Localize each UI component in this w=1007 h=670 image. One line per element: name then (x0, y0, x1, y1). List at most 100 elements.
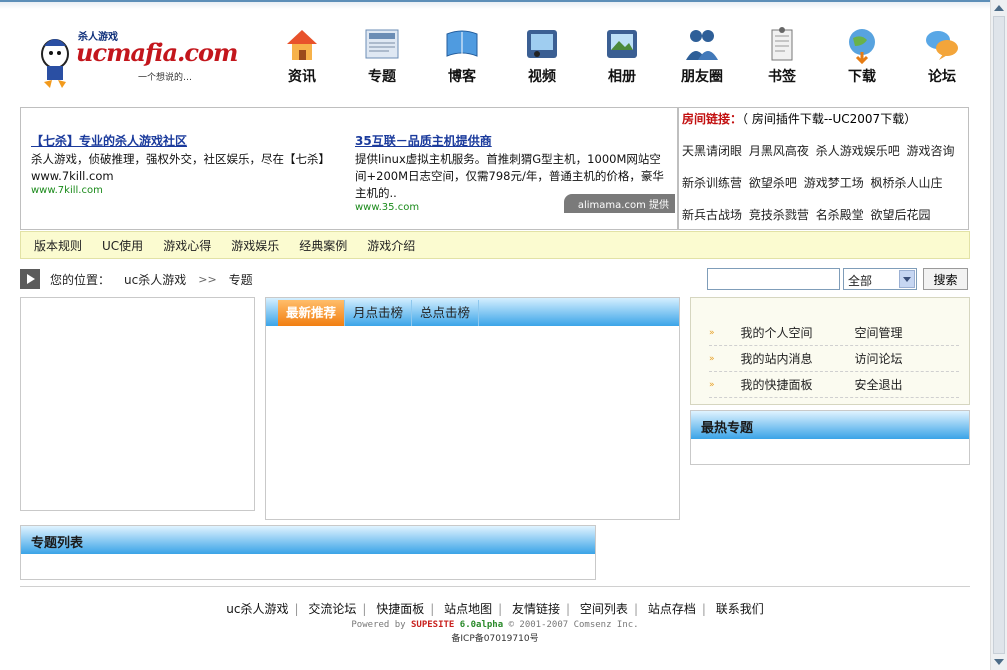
ad-url[interactable]: www.7kill.com (31, 185, 351, 196)
ad-title[interactable]: 【七杀】专业的杀人游戏社区 (31, 134, 187, 148)
tab-monthly-clicks[interactable]: 月点击榜 (345, 300, 413, 326)
search-bar: 全部 搜索 (707, 268, 968, 290)
nav-item-forum[interactable]: 论坛 (902, 24, 982, 86)
room-links-row: 新兵古战场 竞技杀戮营 名杀殿堂 欲望后花园 (682, 206, 965, 223)
nav-label: 朋友圈 (681, 69, 723, 85)
menu-item-tips[interactable]: 游戏心得 (163, 237, 211, 254)
room-link[interactable]: 新杀训练营 (682, 176, 742, 190)
site-logo[interactable]: 杀人游戏 ucmafia.com 一个想说的… (38, 26, 238, 92)
quick-panel-link[interactable]: 我的快捷面板 (741, 376, 855, 393)
room-link[interactable]: 欲望后花园 (871, 208, 931, 222)
nav-item-album[interactable]: 相册 (582, 24, 662, 86)
room-links-panel: 房间链接：（ 房间插件下载--UC2007下载） 天黑请闭眼 月黑风高夜 杀人游… (678, 107, 969, 230)
tab-latest[interactable]: 最新推荐 (278, 300, 346, 326)
nav-item-friends[interactable]: 朋友圈 (662, 24, 742, 86)
ad-panel: 【七杀】专业的杀人游戏社区 杀人游戏，侦破推理，强权外交，社区娱乐，尽在【七杀】… (20, 107, 678, 230)
nav-item-blog[interactable]: 博客 (422, 24, 502, 86)
powered-prefix: Powered by (351, 620, 406, 630)
room-link[interactable]: 月黑风高夜 (749, 144, 809, 158)
category-menu: 版本规则 UC使用 游戏心得 游戏娱乐 经典案例 游戏介绍 (20, 231, 970, 259)
footer-separator: | (498, 602, 503, 616)
friends-icon (686, 30, 718, 60)
main-nav: 资讯 专题 博客 视频 相册 朋友圈 书签 下载 论坛 (262, 24, 982, 86)
scroll-down-icon[interactable] (994, 659, 1004, 665)
ad-item[interactable]: 【七杀】专业的杀人游戏社区 杀人游戏，侦破推理，强权外交，社区娱乐，尽在【七杀】… (31, 132, 351, 196)
user-panel: » 我的个人空间 空间管理 » 我的站内消息 访问论坛 » 我的快捷面板 安全退… (690, 297, 970, 405)
user-panel-row: » 我的个人空间 空间管理 (709, 320, 959, 346)
visit-forum-link[interactable]: 访问论坛 (855, 350, 903, 367)
menu-item-fun[interactable]: 游戏娱乐 (231, 237, 279, 254)
chevron-down-icon[interactable] (899, 270, 915, 288)
footer-link[interactable]: 友情链接 (512, 602, 560, 616)
vertical-scrollbar[interactable] (990, 0, 1007, 670)
menu-item-intro[interactable]: 游戏介绍 (367, 237, 415, 254)
my-space-link[interactable]: 我的个人空间 (741, 324, 855, 341)
footer-links: uc杀人游戏 | 交流论坛 | 快捷面板 | 站点地图 | 友情链接 | 空间列表 | 站点… (0, 600, 990, 617)
my-messages-link[interactable]: 我的站内消息 (741, 350, 855, 367)
menu-item-rules[interactable]: 版本规则 (34, 237, 82, 254)
nav-label: 专题 (368, 69, 396, 85)
nav-item-news[interactable]: 资讯 (262, 24, 342, 86)
room-link[interactable]: 杀人游戏娱乐吧 (816, 144, 900, 158)
photo-icon (607, 30, 637, 58)
room-links-header: 房间链接：（ 房间插件下载--UC2007下载） (682, 110, 965, 127)
scroll-up-icon[interactable] (994, 5, 1004, 11)
room-link[interactable]: 欲望杀吧 (749, 176, 797, 190)
ad-provider-badge[interactable]: alimama.com 提供 (563, 194, 675, 213)
nav-item-topics[interactable]: 专题 (342, 24, 422, 86)
scrollbar-thumb[interactable] (993, 16, 1005, 654)
nav-label: 书签 (768, 69, 796, 85)
footer-separator: | (566, 602, 571, 616)
house-icon (287, 30, 317, 60)
footer-link[interactable]: 空间列表 (580, 602, 628, 616)
search-scope-select[interactable]: 全部 (843, 268, 917, 290)
footer-link[interactable]: 交流论坛 (308, 602, 356, 616)
globe-download-icon (849, 29, 875, 64)
ranking-tabs: 最新推荐 月点击榜 总点击榜 (266, 298, 679, 326)
footer-link[interactable]: uc杀人游戏 (226, 602, 288, 616)
room-link[interactable]: 游戏咨询 (907, 144, 955, 158)
footer-link[interactable]: 联系我们 (716, 602, 764, 616)
logout-link[interactable]: 安全退出 (855, 376, 903, 393)
left-panel (20, 297, 255, 511)
space-manage-link[interactable]: 空间管理 (855, 324, 903, 341)
powered-brand-link[interactable]: SUPESITE (411, 620, 454, 630)
menu-item-cases[interactable]: 经典案例 (299, 237, 347, 254)
chat-bubbles-icon (926, 31, 958, 60)
bullet-icon: » (709, 353, 715, 364)
nav-item-download[interactable]: 下载 (822, 24, 902, 86)
search-input[interactable] (707, 268, 840, 290)
footer-link[interactable]: 快捷面板 (376, 602, 424, 616)
breadcrumb-home-link[interactable]: uc杀人游戏 (124, 271, 186, 288)
footer-link[interactable]: 站点地图 (444, 602, 492, 616)
nav-item-bookmarks[interactable]: 书签 (742, 24, 822, 86)
icp-number[interactable]: 备ICP备07019710号 (0, 631, 990, 644)
footer-link[interactable]: 站点存档 (648, 602, 696, 616)
room-link[interactable]: 天黑请闭眼 (682, 144, 742, 158)
menu-item-uc-usage[interactable]: UC使用 (102, 237, 143, 254)
nav-label: 相册 (608, 69, 636, 85)
footer-separator: | (430, 602, 435, 616)
page: 杀人游戏 ucmafia.com 一个想说的… 资讯 专题 博客 视频 相册 朋… (0, 0, 1007, 670)
nav-label: 下载 (848, 69, 876, 85)
hot-topics-title: 最热专题 (691, 411, 969, 439)
room-link[interactable]: 枫桥杀人山庄 (871, 176, 943, 190)
nav-item-video[interactable]: 视频 (502, 24, 582, 86)
room-link[interactable]: 竞技杀戮营 (749, 208, 809, 222)
tab-total-clicks[interactable]: 总点击榜 (412, 300, 480, 326)
breadcrumb-current: 专题 (228, 272, 253, 287)
ad-title[interactable]: 35互联－品质主机提供商 (355, 134, 492, 148)
top-border (0, 0, 990, 9)
nav-label: 资讯 (288, 69, 316, 85)
newspaper-icon (365, 29, 399, 59)
room-link[interactable]: 游戏梦工场 (804, 176, 864, 190)
footer-separator: | (701, 602, 706, 616)
ad-description: 杀人游戏，侦破推理，强权外交，社区娱乐，尽在【七杀】 www.7kill.com (31, 152, 330, 183)
nav-label: 论坛 (928, 69, 956, 85)
room-link[interactable]: 新兵古战场 (682, 208, 742, 222)
breadcrumb-label: 您的位置： (50, 272, 111, 287)
room-plugin-download-link[interactable]: （ 房间插件下载--UC2007下载） (742, 112, 916, 126)
search-scope-value: 全部 (848, 274, 873, 288)
room-link[interactable]: 名杀殿堂 (816, 208, 864, 222)
search-button[interactable]: 搜索 (923, 268, 968, 290)
